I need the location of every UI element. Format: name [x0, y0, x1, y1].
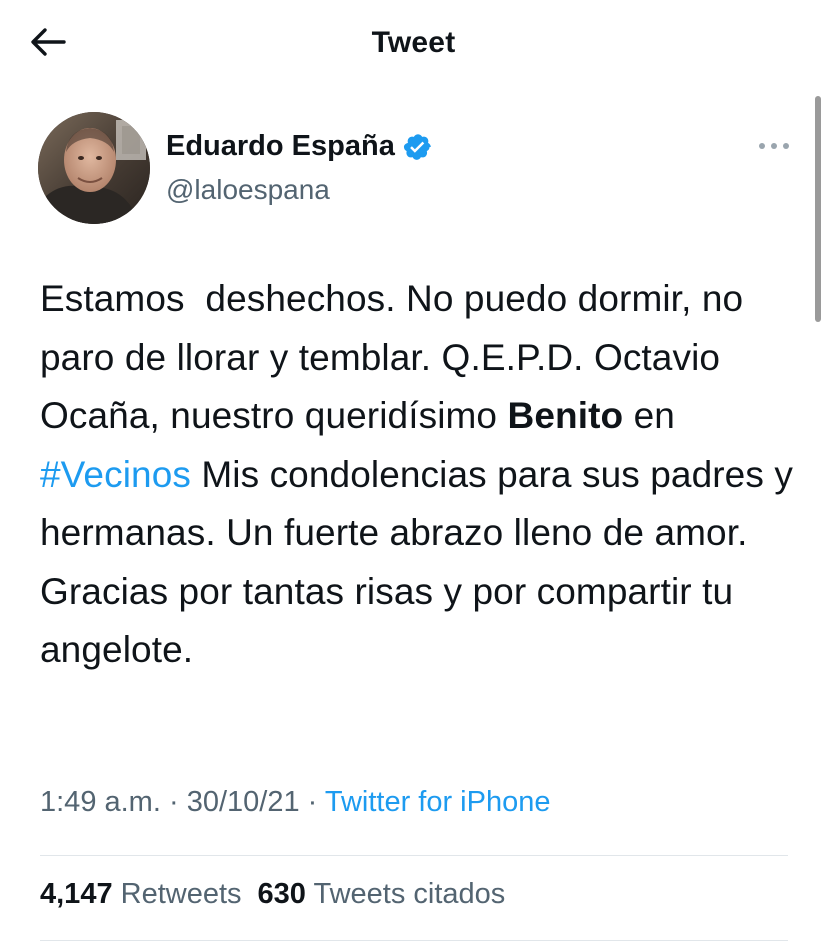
quote-tweets-stat[interactable]: 630 Tweets citados — [258, 878, 506, 911]
more-horizontal-icon — [758, 137, 790, 155]
divider — [40, 855, 788, 856]
avatar[interactable] — [38, 112, 150, 224]
retweets-stat[interactable]: 4,147 Retweets — [40, 878, 242, 911]
quote-tweets-label: Tweets citados — [313, 878, 506, 910]
retweets-label: Retweets — [120, 878, 242, 910]
tweet-text: Estamos deshechos. No puedo dormir, no p… — [40, 270, 800, 680]
tweet-metadata: 1:49 a.m. · 30/10/21 · Twitter for iPhon… — [40, 786, 550, 819]
tweet-author: Eduardo España @laloespana — [38, 112, 798, 228]
tweet-time[interactable]: 1:49 a.m. — [40, 786, 161, 818]
retweets-count: 4,147 — [40, 878, 113, 910]
separator: · — [299, 786, 325, 818]
tweet-bold-text: Benito — [507, 395, 624, 436]
tweet-stats: 4,147 Retweets 630 Tweets citados — [40, 878, 521, 911]
scrollbar[interactable] — [815, 96, 821, 322]
divider — [40, 940, 788, 941]
tweet-text-part: en — [623, 395, 686, 436]
verified-badge-icon — [403, 132, 433, 162]
author-handle[interactable]: @laloespana — [166, 174, 330, 206]
hashtag-link[interactable]: #Vecinos — [40, 454, 191, 495]
page-title: Tweet — [371, 26, 456, 59]
author-name-link[interactable]: Eduardo España — [166, 130, 433, 163]
tweet-date[interactable]: 30/10/21 — [187, 786, 300, 818]
top-bar: Tweet — [0, 0, 827, 92]
more-options-button[interactable] — [752, 132, 796, 160]
quote-tweets-count: 630 — [257, 878, 306, 910]
display-name: Eduardo España — [166, 130, 395, 162]
tweet-source-link[interactable]: Twitter for iPhone — [325, 786, 551, 818]
separator: · — [160, 786, 187, 818]
